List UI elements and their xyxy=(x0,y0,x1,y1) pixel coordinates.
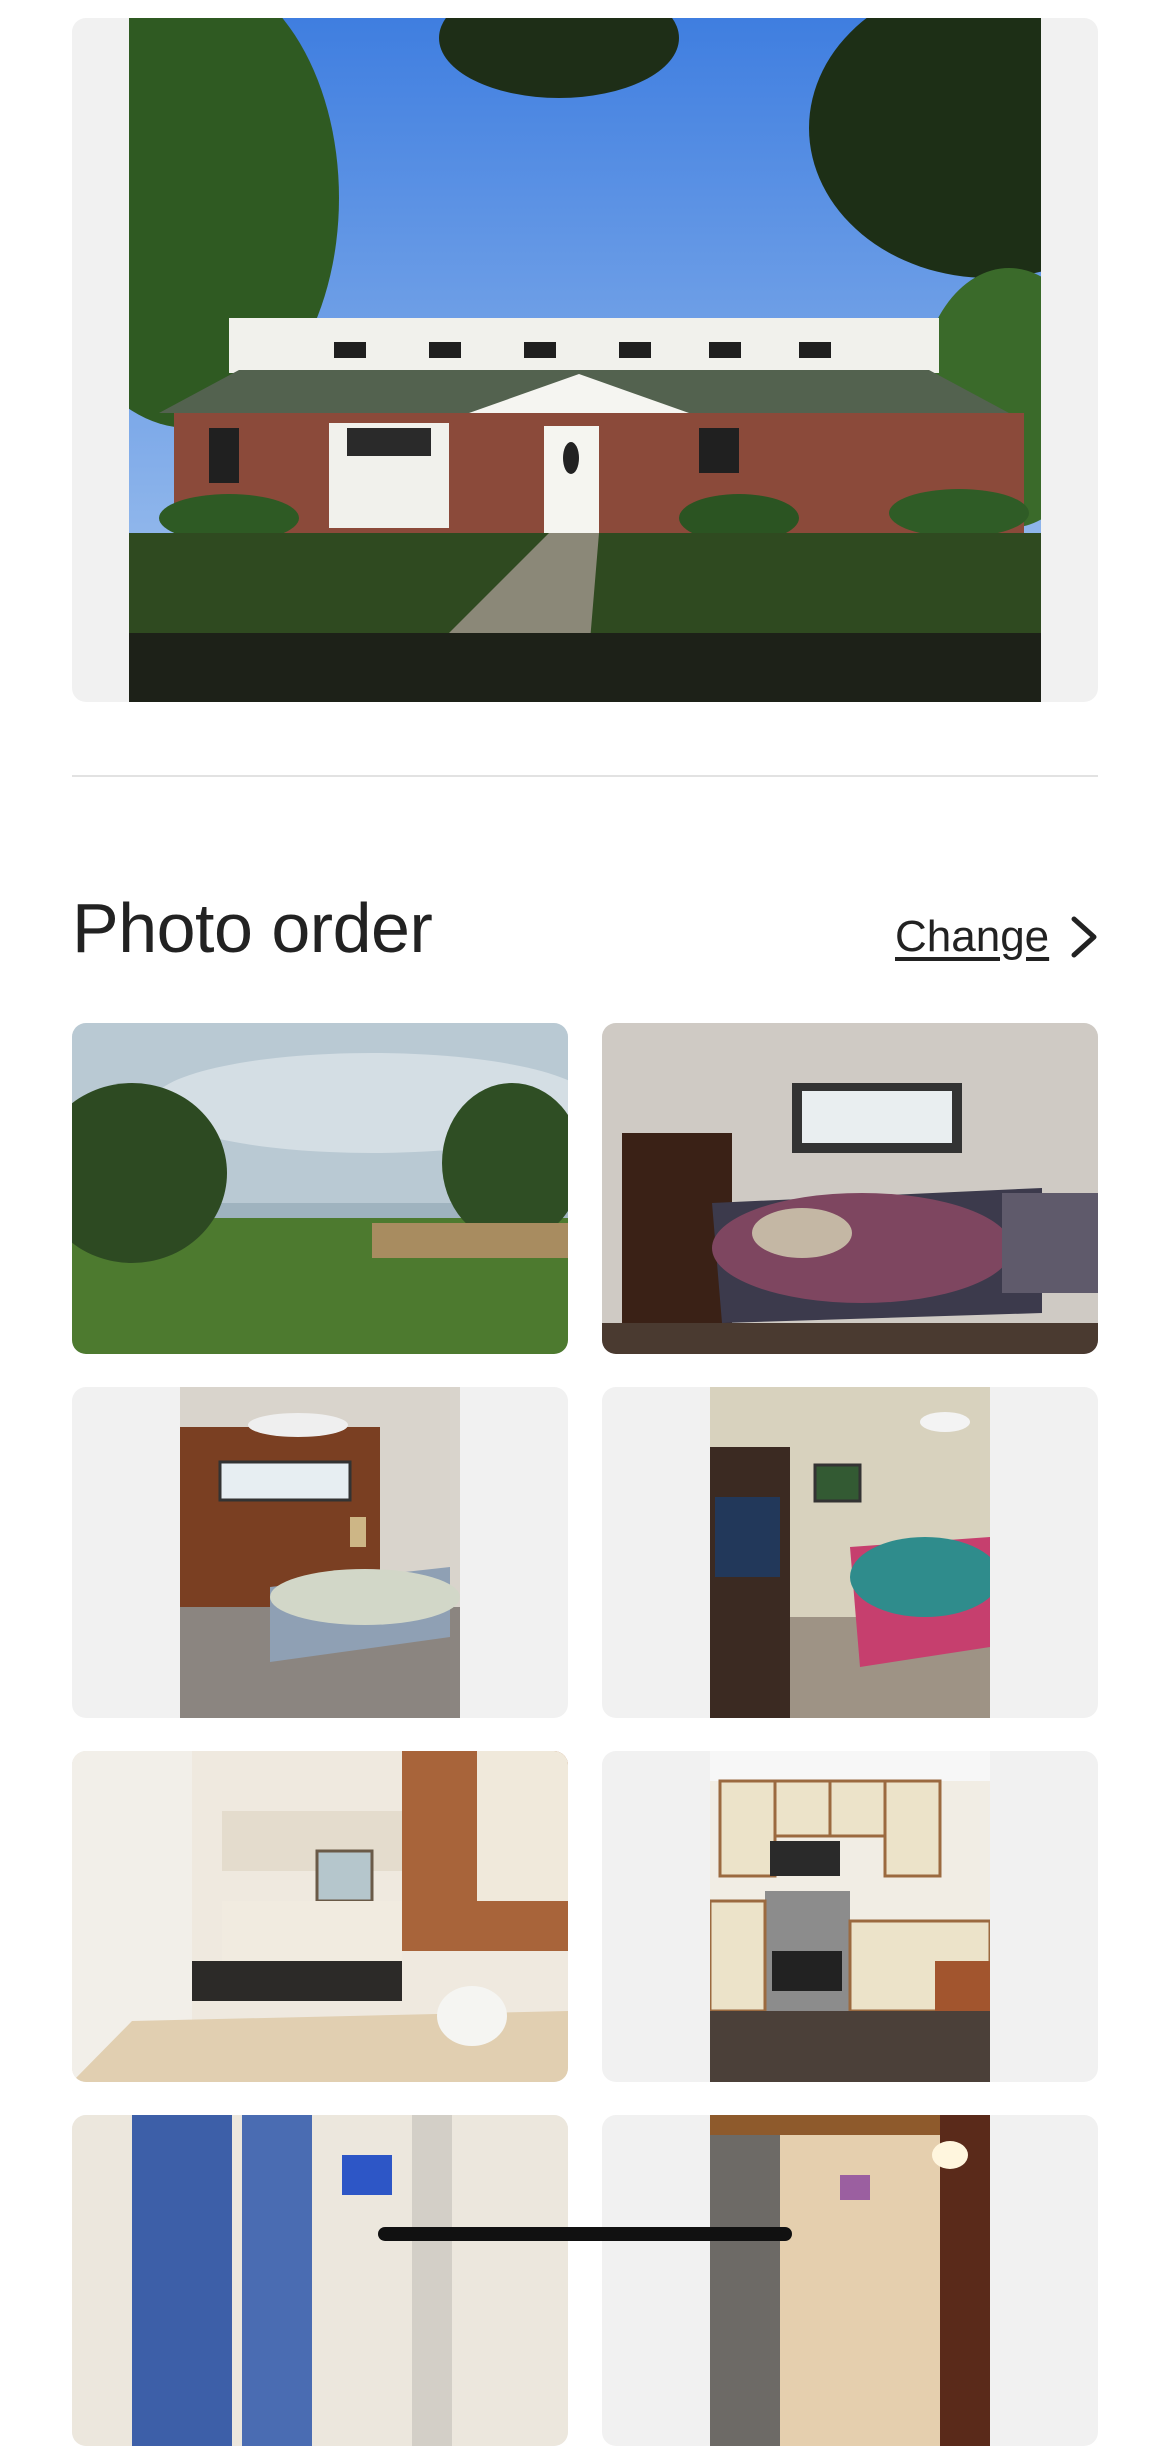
photo-kitchen-stove xyxy=(710,1751,990,2082)
photo-lake-lawn xyxy=(72,1023,568,1354)
photo-bathroom-tile xyxy=(710,2115,990,2446)
change-photo-order-link[interactable]: Change xyxy=(895,902,1099,972)
home-indicator xyxy=(378,2227,792,2241)
change-label: Change xyxy=(895,912,1050,961)
photo-bathroom-blue-curtain xyxy=(72,2115,568,2446)
photo-tile-bedroom-wood-paneling[interactable] xyxy=(72,1387,568,1718)
photo-bedroom-floral-bed xyxy=(602,1023,1098,1354)
photo-bedroom-bunk-bed xyxy=(710,1387,990,1718)
photo-tile-kitchen-wide[interactable] xyxy=(72,1751,568,2082)
photo-tile-bedroom-floral-bed[interactable] xyxy=(602,1023,1098,1354)
cover-photo-house xyxy=(129,18,1041,702)
photo-tile-kitchen-stove[interactable] xyxy=(602,1751,1098,2082)
photo-order-title: Photo order xyxy=(72,889,433,967)
photo-tile-lake-lawn[interactable] xyxy=(72,1023,568,1354)
photo-bedroom-wood-paneling xyxy=(180,1387,460,1718)
section-divider xyxy=(72,775,1098,777)
photo-kitchen-wide xyxy=(72,1751,568,2082)
photo-tile-bathroom-tile[interactable] xyxy=(602,2115,1098,2446)
photo-tile-bathroom-blue-curtain[interactable] xyxy=(72,2115,568,2446)
chevron-right-icon xyxy=(1071,916,1097,958)
cover-photo-card[interactable] xyxy=(72,18,1098,702)
photo-tile-bedroom-bunk-bed[interactable] xyxy=(602,1387,1098,1718)
